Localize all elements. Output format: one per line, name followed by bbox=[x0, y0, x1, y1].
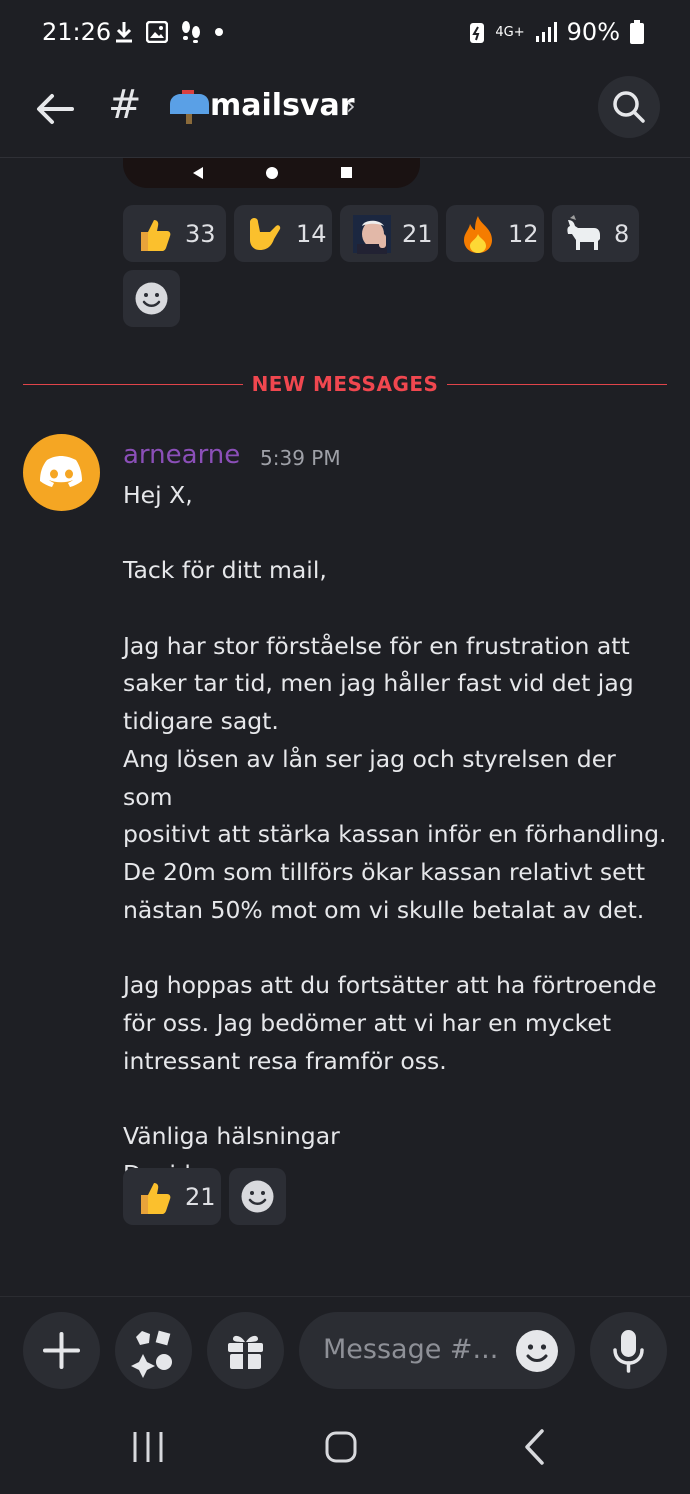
message-line: positivt att stärka kassan inför en förh… bbox=[123, 820, 667, 849]
image-icon bbox=[146, 21, 168, 43]
chevron-right-icon[interactable]: › bbox=[346, 92, 356, 120]
message-line: Tack för ditt mail, bbox=[123, 556, 327, 585]
message-line: Jag har stor förståelse för en frustrati… bbox=[123, 631, 630, 660]
smiley-add-icon bbox=[241, 1180, 274, 1213]
square-icon bbox=[341, 167, 352, 178]
add-reaction-button[interactable] bbox=[229, 1168, 286, 1225]
smiley-add-icon bbox=[135, 282, 168, 315]
back-arrow-icon[interactable] bbox=[32, 86, 78, 132]
network-type: 4G+ bbox=[495, 24, 525, 40]
previous-image-attachment[interactable] bbox=[123, 158, 420, 188]
emoji-picker-icon[interactable] bbox=[515, 1329, 559, 1373]
reaction-count: 12 bbox=[508, 219, 539, 248]
gift-icon bbox=[228, 1335, 263, 1369]
message-line: tidigare sagt. bbox=[123, 707, 279, 736]
battery-percent: 90% bbox=[566, 18, 620, 46]
thumbs-up-icon bbox=[141, 219, 171, 251]
download-icon bbox=[116, 22, 132, 43]
fire-icon bbox=[464, 215, 492, 253]
avatar[interactable] bbox=[23, 434, 100, 511]
reaction-thumbs-up[interactable]: 33 bbox=[123, 205, 226, 262]
reaction-count: 21 bbox=[402, 219, 433, 248]
new-messages-divider: NEW MESSAGES bbox=[251, 372, 439, 396]
dot-icon bbox=[215, 28, 223, 36]
plus-icon bbox=[43, 1332, 80, 1369]
apps-sparkle-icon bbox=[131, 1330, 172, 1378]
add-reaction-button[interactable] bbox=[123, 270, 180, 327]
reaction-count: 14 bbox=[296, 219, 327, 248]
steps-icon bbox=[182, 21, 200, 43]
message-line: Jag hoppas att du fortsätter att ha fört… bbox=[123, 971, 657, 1000]
gift-button[interactable] bbox=[207, 1312, 284, 1389]
custom-face-emoji-icon bbox=[353, 214, 391, 254]
home-circle-icon bbox=[266, 167, 278, 179]
message-line: nästan 50% mot om vi skulle betalat av d… bbox=[123, 895, 645, 924]
battery-saver-icon bbox=[470, 23, 485, 43]
call-me-hand-icon bbox=[250, 217, 281, 250]
back-triangle-icon bbox=[193, 167, 203, 179]
goat-icon bbox=[567, 214, 600, 250]
reaction-call-me[interactable]: 14 bbox=[234, 205, 332, 262]
message-author[interactable]: arnearne bbox=[123, 440, 240, 470]
apps-button[interactable] bbox=[115, 1312, 192, 1389]
discord-logo-icon bbox=[40, 456, 82, 487]
message-line: Hej X, bbox=[123, 481, 193, 509]
search-button[interactable] bbox=[598, 76, 660, 138]
reaction-goat[interactable]: 8 bbox=[552, 205, 639, 262]
status-bar: 21:26 4G+ 90% bbox=[0, 0, 690, 68]
channel-name[interactable]: mailsvar bbox=[210, 88, 355, 123]
status-time: 21:26 bbox=[42, 18, 112, 46]
reaction-count: 8 bbox=[614, 219, 630, 248]
message-line: för oss. Jag bedömer att vi har en mycke… bbox=[123, 1008, 612, 1037]
reaction-custom-face[interactable]: 21 bbox=[340, 205, 438, 262]
message-placeholder: Message #... bbox=[323, 1334, 499, 1365]
message-line: De 20m som tillförs ökar kassan relativt… bbox=[123, 858, 646, 886]
message-line bbox=[123, 515, 668, 553]
reaction-thumbs-up[interactable]: 21 bbox=[123, 1168, 221, 1225]
system-navigation-bar bbox=[0, 1406, 690, 1494]
message-line: saker tar tid, men jag håller fast vid d… bbox=[123, 669, 634, 698]
message-line bbox=[123, 929, 668, 967]
reaction-count: 21 bbox=[185, 1182, 216, 1211]
reaction-count: 33 bbox=[185, 219, 216, 248]
search-icon bbox=[613, 91, 645, 123]
mailbox-icon bbox=[170, 90, 209, 124]
home-icon[interactable] bbox=[324, 1430, 358, 1464]
thumbs-up-icon bbox=[141, 1182, 171, 1214]
message-line: Vänliga hälsningar bbox=[123, 1121, 340, 1150]
reaction-fire[interactable]: 12 bbox=[446, 205, 544, 262]
recent-apps-icon[interactable] bbox=[130, 1430, 166, 1464]
message-line: intressant resa framför oss. bbox=[123, 1046, 447, 1075]
battery-icon bbox=[630, 20, 644, 44]
message-line: Ang lösen av lån ser jag och styrelsen d… bbox=[123, 744, 624, 811]
microphone-icon bbox=[613, 1330, 644, 1373]
message-line bbox=[123, 1080, 668, 1118]
back-nav-icon[interactable] bbox=[522, 1428, 548, 1466]
message-input[interactable]: Message #... bbox=[299, 1312, 575, 1389]
channel-header: # mailsvar › bbox=[0, 68, 690, 158]
signal-icon bbox=[535, 22, 557, 42]
channel-hash-icon: # bbox=[108, 82, 142, 128]
voice-message-button[interactable] bbox=[590, 1312, 667, 1389]
message-line bbox=[123, 590, 668, 628]
add-attachment-button[interactable] bbox=[23, 1312, 100, 1389]
message-body: Hej X, Tack för ditt mail, Jag har stor fö… bbox=[123, 477, 668, 1193]
message-timestamp: 5:39 PM bbox=[260, 446, 341, 470]
